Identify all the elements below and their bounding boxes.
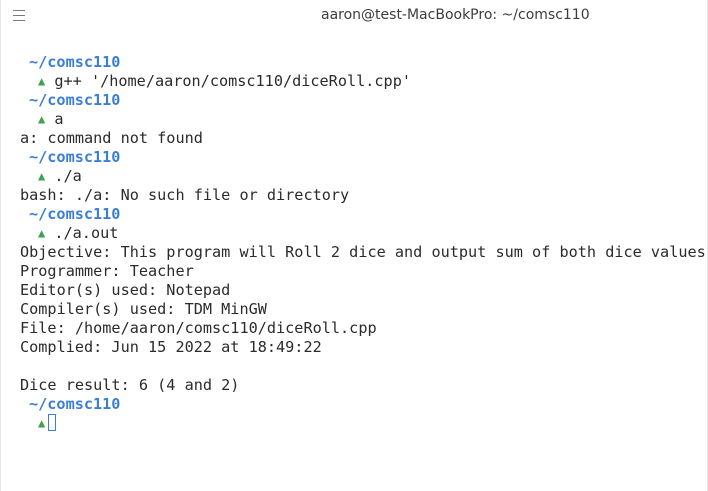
output-line: Objective: This program will Roll 2 dice… bbox=[20, 243, 708, 262]
output-line: Dice result: 6 (4 and 2) bbox=[20, 376, 239, 395]
prompt-arrow-icon: ▲ bbox=[38, 74, 46, 88]
prompt-path: ~/comsc110 bbox=[29, 148, 120, 167]
hamburger-menu-icon[interactable] bbox=[13, 8, 39, 26]
output-line: Complied: Jun 15 2022 at 18:49:22 bbox=[20, 338, 322, 357]
output-text: Objective: This program will Roll 2 dice… bbox=[20, 243, 708, 261]
command-line: ▲ ./a.out bbox=[38, 224, 118, 243]
command-text: g++ '/home/aaron/comsc110/diceRoll.cpp' bbox=[45, 72, 411, 90]
terminal-output-area[interactable]: ~/comsc110 ▲ g++ '/home/aaron/comsc110/di… bbox=[1, 32, 708, 491]
prompt-path-text: ~/comsc110 bbox=[29, 91, 121, 109]
prompt-path: ~/comsc110 bbox=[29, 53, 120, 72]
command-text: ./a bbox=[45, 167, 82, 185]
command-line: ▲ g++ '/home/aaron/comsc110/diceRoll.cpp… bbox=[38, 72, 411, 91]
command-line: ▲ a bbox=[38, 110, 64, 129]
output-line: Editor(s) used: Notepad bbox=[20, 281, 230, 300]
output-text: Programmer: Teacher bbox=[20, 262, 194, 280]
output-line: a: command not found bbox=[20, 129, 203, 148]
text-cursor[interactable] bbox=[48, 414, 57, 431]
prompt-path: ~/comsc110 bbox=[29, 205, 120, 224]
terminal-window: aaron@test-MacBookPro: ~/comsc110 ~/coms… bbox=[0, 0, 708, 491]
prompt-path: ~/comsc110 bbox=[29, 395, 120, 414]
output-line: Compiler(s) used: TDM MinGW bbox=[20, 300, 267, 319]
prompt-path: ~/comsc110 bbox=[29, 91, 120, 110]
command-text: a bbox=[45, 110, 64, 128]
output-line: bash: ./a: No such file or directory bbox=[20, 186, 349, 205]
title-bar[interactable]: aaron@test-MacBookPro: ~/comsc110 bbox=[1, 0, 707, 32]
prompt-arrow-icon: ▲ bbox=[38, 169, 46, 183]
command-text: ./a.out bbox=[45, 224, 119, 242]
prompt-path-text: ~/comsc110 bbox=[29, 53, 121, 71]
output-text: Complied: Jun 15 2022 at 18:49:22 bbox=[20, 338, 322, 356]
prompt-arrow-icon: ▲ bbox=[38, 416, 46, 430]
prompt-path-text: ~/comsc110 bbox=[29, 148, 121, 166]
output-text: Dice result: 6 (4 and 2) bbox=[20, 376, 240, 394]
prompt-arrow-icon: ▲ bbox=[38, 112, 46, 126]
output-line: File: /home/aaron/comsc110/diceRoll.cpp bbox=[20, 319, 377, 338]
output-line: Programmer: Teacher bbox=[20, 262, 194, 281]
output-text: bash: ./a: No such file or directory bbox=[20, 186, 350, 204]
output-text: Compiler(s) used: TDM MinGW bbox=[20, 300, 267, 318]
window-title: aaron@test-MacBookPro: ~/comsc110 bbox=[321, 7, 590, 23]
prompt-path-text: ~/comsc110 bbox=[29, 205, 121, 223]
output-text: a: command not found bbox=[20, 129, 203, 147]
prompt-path-text: ~/comsc110 bbox=[29, 395, 121, 413]
command-line: ▲ ./a bbox=[38, 167, 82, 186]
output-text: File: /home/aaron/comsc110/diceRoll.cpp bbox=[20, 319, 377, 337]
prompt-arrow-icon: ▲ bbox=[38, 226, 46, 240]
output-text: Editor(s) used: Notepad bbox=[20, 281, 231, 299]
prompt-input-line: ▲ bbox=[38, 414, 57, 433]
